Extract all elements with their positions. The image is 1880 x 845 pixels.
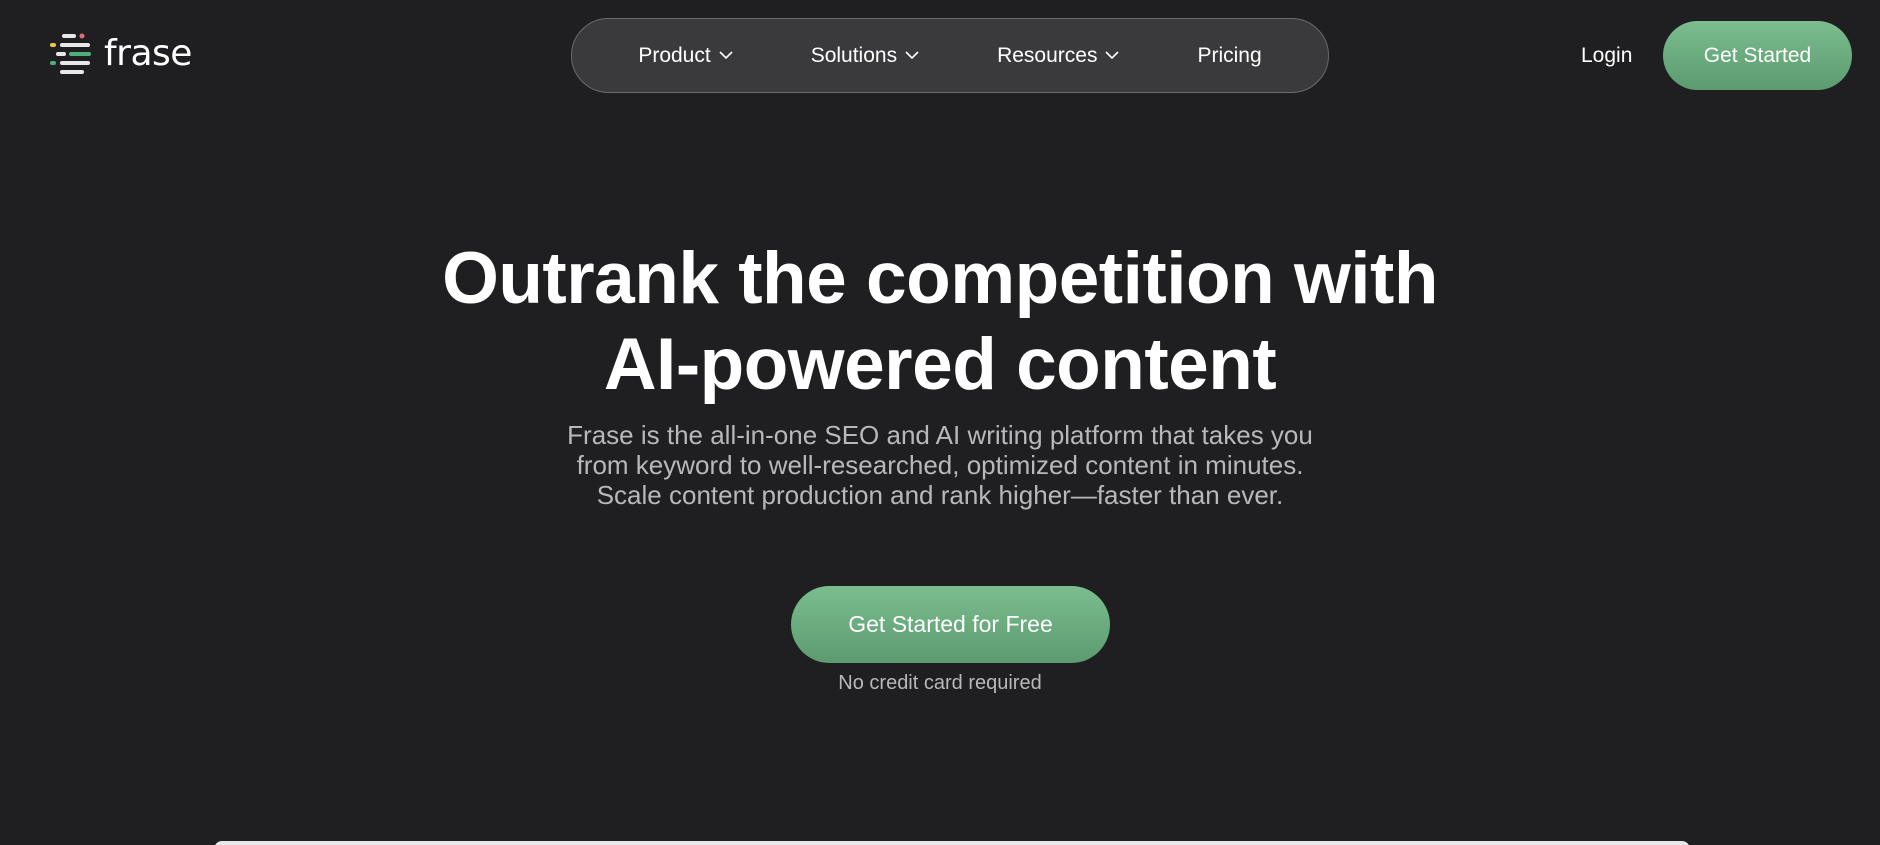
main-nav: Product Solutions Resources Pricing	[571, 18, 1329, 93]
login-link[interactable]: Login	[1581, 44, 1632, 68]
product-preview-frame	[214, 841, 1690, 845]
nav-item-product[interactable]: Product	[599, 44, 771, 68]
nav-item-label: Pricing	[1197, 43, 1262, 67]
nav-item-solutions[interactable]: Solutions	[772, 44, 958, 68]
hero-subtitle-line-3: Scale content production and rank higher…	[596, 480, 1284, 510]
chevron-down-icon	[1105, 51, 1120, 60]
chevron-down-icon	[905, 51, 919, 60]
hero-subtitle-line-2: from keyword to well-researched, optimiz…	[576, 450, 1304, 480]
nav-item-resources[interactable]: Resources	[958, 44, 1158, 68]
brand-name: frase	[104, 33, 192, 74]
hero-subtitle-line-1: Frase is the all-in-one SEO and AI writi…	[567, 420, 1313, 450]
hero-title-line-1: Outrank the competition with	[442, 238, 1438, 319]
get-started-button[interactable]: Get Started	[1663, 21, 1852, 90]
no-credit-card-note: No credit card required	[838, 672, 1042, 694]
get-started-free-button[interactable]: Get Started for Free	[791, 586, 1110, 663]
hero-subtitle: Frase is the all-in-one SEO and AI writi…	[0, 420, 1880, 510]
nav-item-label: Solutions	[810, 43, 898, 67]
page: frase Product Solutions Resources Pricin…	[0, 0, 1880, 845]
hero-title-line-2: AI-powered content	[603, 324, 1277, 405]
nav-item-label: Product	[638, 43, 711, 67]
nav-item-label: Resources	[997, 43, 1098, 67]
nav-item-pricing[interactable]: Pricing	[1158, 44, 1300, 68]
chevron-down-icon	[719, 51, 733, 60]
hero-title: Outrank the competition with AI-powered …	[0, 236, 1880, 408]
frase-logo-icon	[50, 33, 91, 74]
frase-logo[interactable]: frase	[50, 32, 192, 76]
